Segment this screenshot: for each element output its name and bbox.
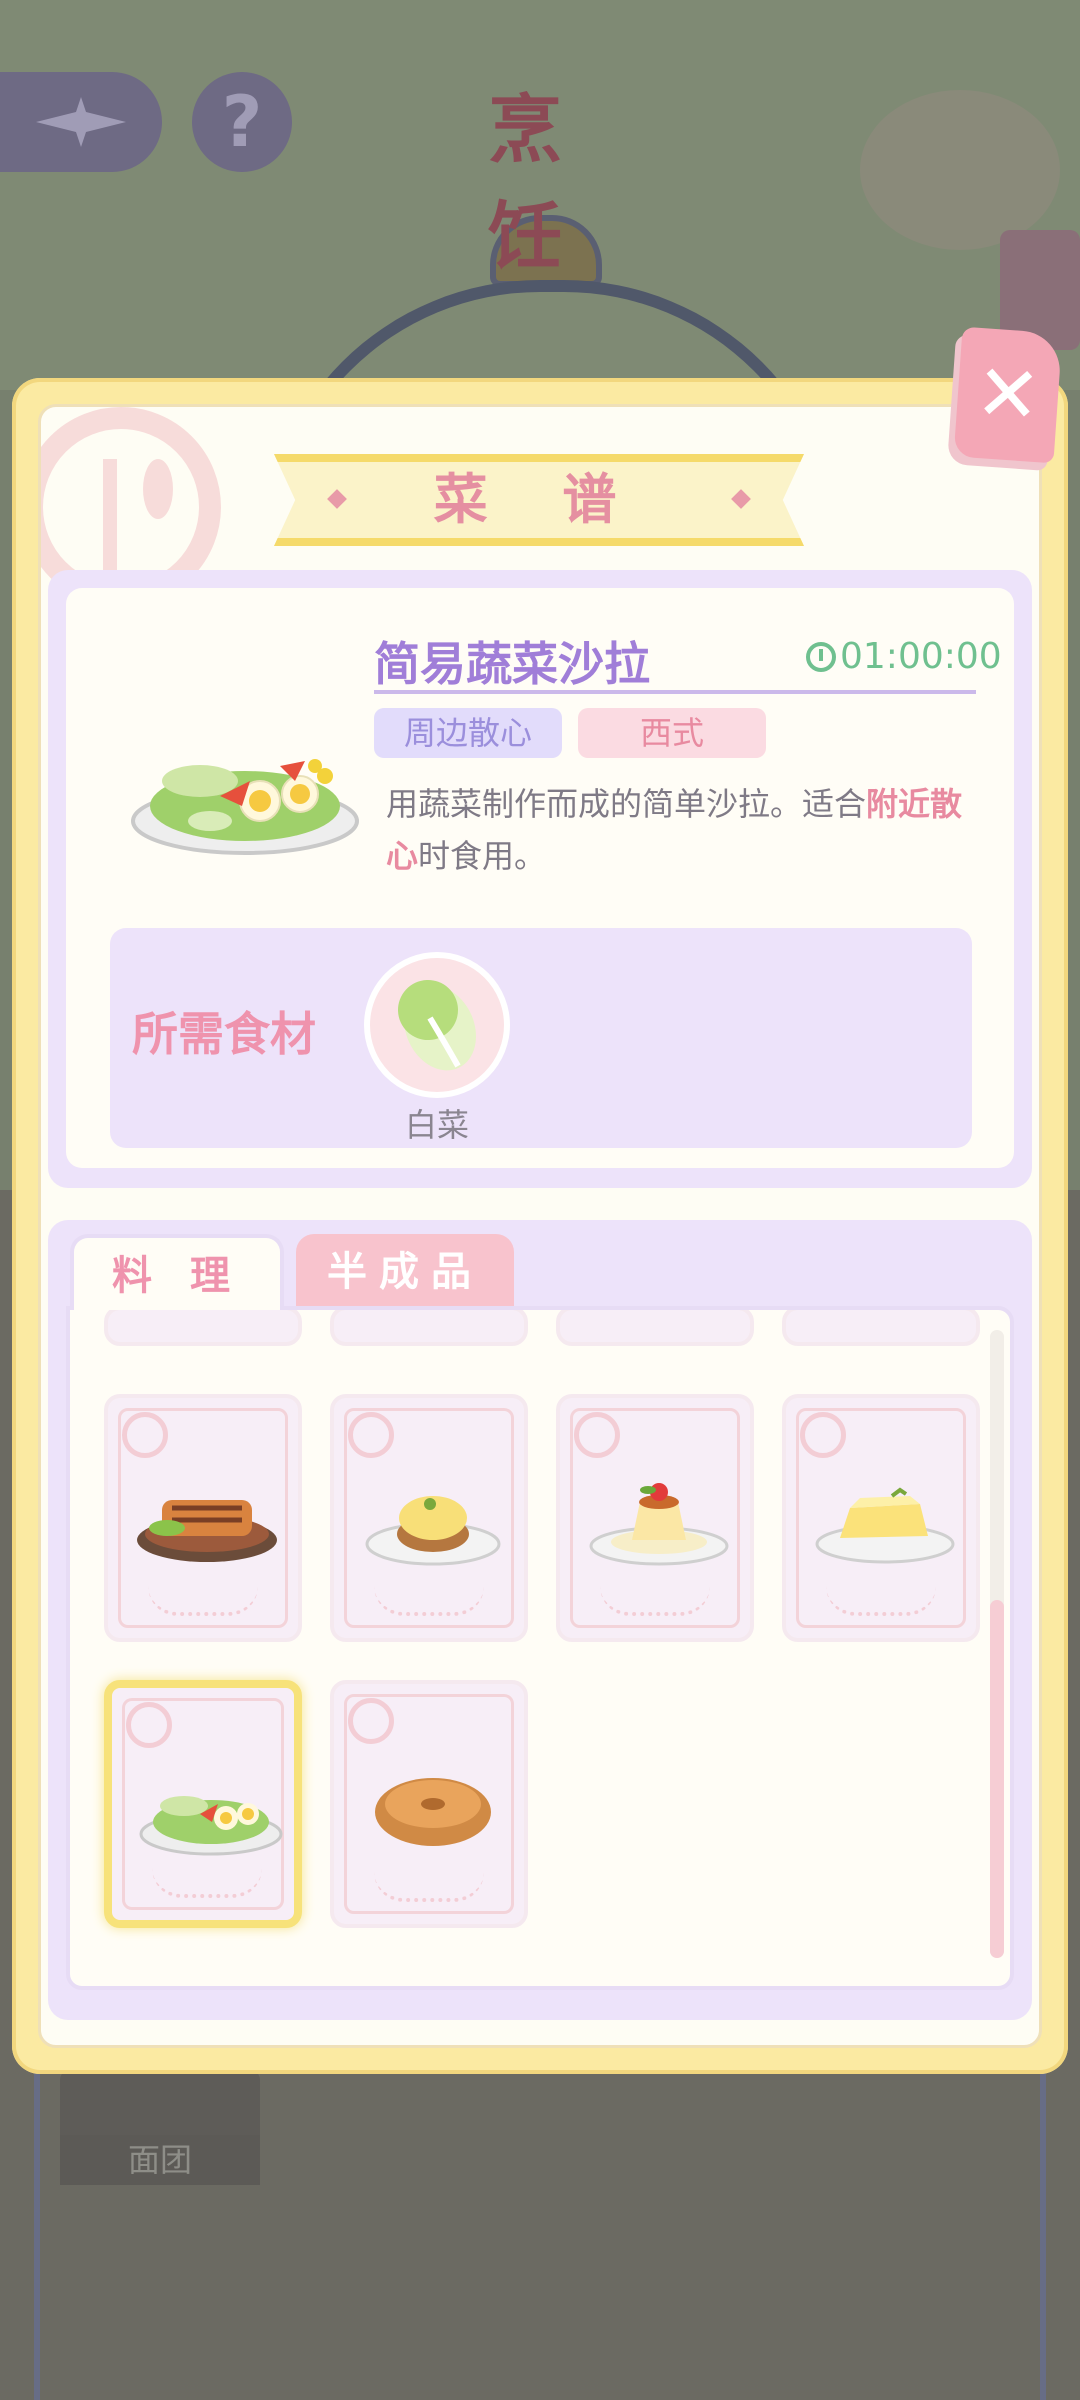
eggs-benedict-icon bbox=[365, 1496, 501, 1566]
recipe-card-selected[interactable] bbox=[104, 1680, 302, 1928]
recipe-card[interactable] bbox=[330, 1394, 528, 1642]
ingredient-name: 白菜 bbox=[404, 1106, 469, 1144]
fork-spoon-badge-icon bbox=[800, 1412, 846, 1458]
recipe-card[interactable] bbox=[556, 1310, 754, 1346]
recipe-card[interactable] bbox=[330, 1680, 528, 1928]
recipe-list-panel: 料 理 半成品 bbox=[48, 1220, 1032, 2020]
recipe-grid bbox=[66, 1306, 1014, 1990]
tag-cuisine: 西式 bbox=[578, 708, 766, 758]
compass-back-icon bbox=[36, 97, 126, 147]
close-button[interactable]: ✕ bbox=[953, 326, 1063, 464]
laurel-icon bbox=[152, 1868, 262, 1898]
scrollbar-thumb[interactable] bbox=[990, 1600, 1004, 1958]
tab-dishes[interactable]: 料 理 bbox=[70, 1234, 284, 1310]
recipe-card[interactable] bbox=[556, 1394, 754, 1642]
vegetable-salad-icon bbox=[131, 759, 359, 855]
help-button[interactable]: ? bbox=[192, 72, 292, 172]
cook-time: 01:00:00 bbox=[806, 636, 1002, 677]
laurel-icon bbox=[600, 1586, 710, 1616]
laurel-icon bbox=[374, 1872, 484, 1902]
recipe-card[interactable] bbox=[104, 1394, 302, 1642]
fork-spoon-badge-icon bbox=[574, 1412, 620, 1458]
recipe-detail-card: 简易蔬菜沙拉 01:00:00 周边散心 西式 用蔬菜制作而成的简单沙拉。适合附… bbox=[66, 588, 1014, 1168]
recipe-card[interactable] bbox=[782, 1394, 980, 1642]
cheese-icon bbox=[815, 1487, 955, 1564]
bagel-icon bbox=[375, 1778, 491, 1846]
fork-spoon-badge-icon bbox=[348, 1412, 394, 1458]
laurel-icon bbox=[826, 1586, 936, 1616]
modal-title: 菜 谱 bbox=[433, 468, 645, 531]
recipe-card[interactable] bbox=[330, 1310, 528, 1346]
fork-spoon-badge-icon bbox=[122, 1412, 168, 1458]
page-title: 烹 饪 bbox=[488, 87, 592, 280]
laurel-icon bbox=[374, 1586, 484, 1616]
cabbage-icon bbox=[398, 980, 476, 1071]
recipe-card[interactable] bbox=[782, 1310, 980, 1346]
close-icon: ✕ bbox=[972, 347, 1044, 443]
tag-category: 周边散心 bbox=[374, 708, 562, 758]
back-button[interactable] bbox=[0, 72, 162, 172]
pudding-icon bbox=[589, 1483, 729, 1566]
recipe-list-scrollbar[interactable] bbox=[990, 1330, 1004, 1958]
ingredient-slot[interactable] bbox=[364, 952, 510, 1098]
fork-spoon-badge-icon bbox=[126, 1702, 172, 1748]
dough-label: 面团 bbox=[60, 2135, 260, 2185]
kettle-decoration bbox=[860, 90, 1060, 250]
dish-name: 简易蔬菜沙拉 bbox=[374, 637, 650, 691]
vegetable-salad-icon bbox=[139, 1796, 283, 1856]
dish-name-underline bbox=[374, 690, 976, 694]
ingredients-label: 所需食材 bbox=[132, 1007, 316, 1061]
recipe-detail-panel: 简易蔬菜沙拉 01:00:00 周边散心 西式 用蔬菜制作而成的简单沙拉。适合附… bbox=[48, 570, 1032, 1188]
tab-semi-finished[interactable]: 半成品 bbox=[296, 1234, 514, 1310]
dish-description: 用蔬菜制作而成的简单沙拉。适合附近散心时食用。 bbox=[386, 785, 963, 875]
laurel-icon bbox=[148, 1586, 258, 1616]
ingredients-section: 所需食材 白菜 bbox=[110, 928, 972, 1148]
glazed-pork-icon bbox=[137, 1500, 277, 1562]
clock-icon bbox=[806, 641, 836, 672]
fork-spoon-badge-icon bbox=[348, 1698, 394, 1744]
cook-time-value: 01:00:00 bbox=[840, 636, 1002, 677]
modal-title-ribbon: 菜 谱 bbox=[274, 454, 804, 546]
